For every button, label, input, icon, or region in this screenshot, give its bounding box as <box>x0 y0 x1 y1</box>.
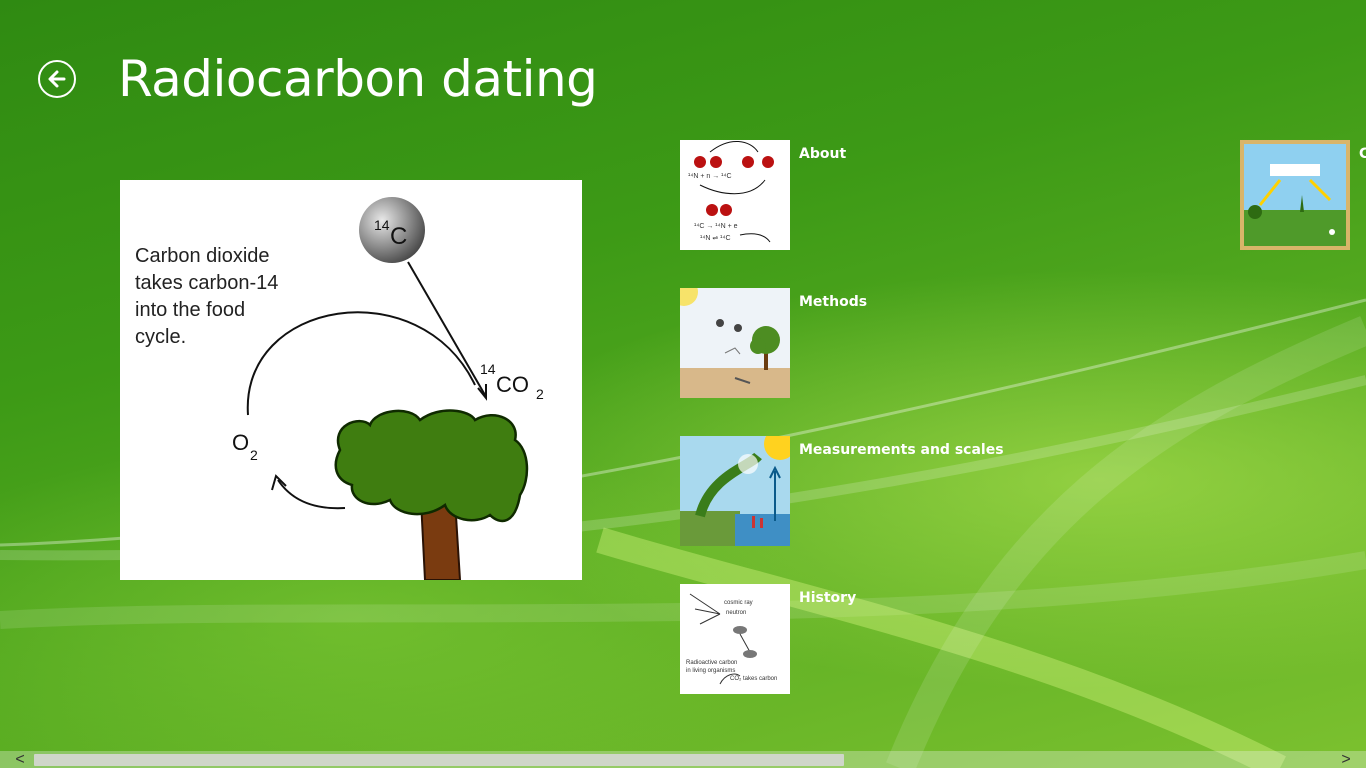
section-label-measurements: Measurements and scales <box>799 442 1004 458</box>
section-label-history: History <box>799 590 857 606</box>
section-label-carbon-cycle: C <box>1359 146 1366 162</box>
caption-line-1: Carbon dioxide <box>135 245 270 267</box>
c14-symbol: C <box>390 223 407 250</box>
svg-text:in living organisms: in living organisms <box>686 668 735 674</box>
svg-text:¹⁴N + n → ¹⁴C: ¹⁴N + n → ¹⁴C <box>688 173 732 180</box>
caption-line-4: cycle. <box>135 326 186 348</box>
page-title: Radiocarbon dating <box>118 50 598 108</box>
svg-text:Radioactive carbon: Radioactive carbon <box>686 660 737 666</box>
caption-line-3: into the food <box>135 299 245 321</box>
svg-text:neutron: neutron <box>726 610 746 616</box>
svg-text:¹⁴C → ¹⁴N + e: ¹⁴C → ¹⁴N + e <box>694 223 738 230</box>
co2-subscript: 2 <box>536 386 544 402</box>
section-label-about: About <box>799 146 847 162</box>
co2-mass: 14 <box>480 361 496 377</box>
svg-text:cosmic ray: cosmic ray <box>724 600 753 606</box>
svg-text:CO₂ takes carbon: CO₂ takes carbon <box>730 676 777 682</box>
history-thumbnail: cosmic ray neutron Radioactive carbon in… <box>680 584 790 694</box>
hero-image-carbon-cycle: Carbon dioxide takes carbon-14 into the … <box>120 180 582 580</box>
co2-symbol: CO <box>496 372 529 397</box>
o2-symbol: O <box>232 430 249 455</box>
about-thumbnail: ¹⁴N + n → ¹⁴C ¹⁴C → ¹⁴N + e ¹⁴N ⇌ ¹⁴C <box>680 140 790 250</box>
scroll-left-arrow[interactable]: < <box>10 751 30 768</box>
c14-mass: 14 <box>374 217 390 233</box>
horizontal-scrollbar[interactable]: < > <box>0 751 1366 768</box>
back-button[interactable] <box>38 60 76 98</box>
tree-foliage <box>334 409 529 523</box>
svg-text:¹⁴N ⇌ ¹⁴C: ¹⁴N ⇌ ¹⁴C <box>700 235 731 242</box>
caption-line-2: takes carbon-14 <box>135 272 278 294</box>
carbon-cycle-thumbnail <box>1240 140 1350 250</box>
back-arrow-icon <box>48 70 66 88</box>
methods-thumbnail <box>680 288 790 398</box>
scrollbar-thumb[interactable] <box>34 754 844 766</box>
o2-subscript: 2 <box>250 447 258 463</box>
measurements-thumbnail <box>680 436 790 546</box>
scroll-right-arrow[interactable]: > <box>1336 751 1356 768</box>
section-label-methods: Methods <box>799 294 868 310</box>
section-tile-carbon-cycle[interactable]: C <box>1240 140 1366 250</box>
